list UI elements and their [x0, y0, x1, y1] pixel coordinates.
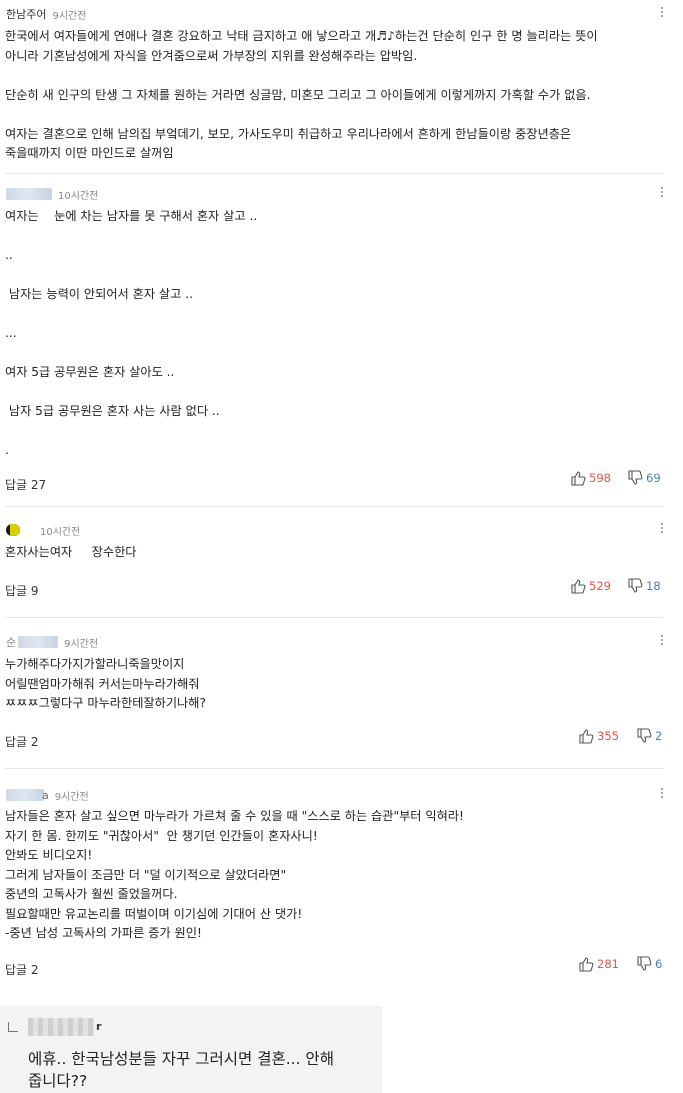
dislike-count: 69 [646, 471, 661, 485]
dislike-button[interactable]: 69 [627, 470, 661, 486]
dislike-count: 18 [646, 579, 661, 593]
thumbs-down-icon [628, 578, 643, 593]
thumbs-up-icon [579, 729, 594, 744]
thumbs-up-icon [571, 471, 586, 486]
more-options-icon[interactable] [661, 635, 665, 645]
divider [5, 506, 663, 507]
like-count: 598 [589, 471, 611, 485]
like-button[interactable]: 355 [578, 728, 619, 744]
thumbs-up-icon [579, 957, 594, 972]
dislike-button[interactable]: 6 [636, 956, 662, 972]
comment-header: 한남주어 9시간전 [6, 6, 86, 22]
reply-author-blurred[interactable] [28, 1018, 94, 1036]
more-options-icon[interactable] [661, 187, 665, 197]
comment-author-blurred[interactable] [6, 789, 44, 801]
thumbs-down-icon [628, 470, 643, 485]
like-count: 281 [597, 957, 619, 971]
comment-header: 10시간전 [6, 186, 98, 202]
comment-time: 9시간전 [54, 791, 89, 803]
divider [5, 173, 663, 174]
thumbs-up-icon [571, 579, 586, 594]
comment-time: 9시간전 [64, 638, 99, 650]
comment-time: 10시간전 [58, 190, 99, 202]
comment-header: a 9시간전 [6, 787, 89, 803]
thumbs-down-icon [637, 956, 652, 971]
avatar[interactable] [6, 524, 20, 536]
like-button[interactable]: 529 [570, 578, 611, 594]
like-count: 529 [589, 579, 611, 593]
dislike-count: 6 [655, 957, 663, 971]
comment-body: 한국에서 여자들에게 연애나 결혼 강요하고 낙태 금지하고 애 낳으라고 개♬… [5, 29, 598, 160]
more-options-icon[interactable] [661, 523, 665, 533]
thumbs-down-icon [637, 728, 652, 743]
comment-body: 여자는 눈에 차는 남자를 못 구해서 혼자 살고 .. .. 남자는 능력이 … [5, 209, 258, 457]
reply-count-link[interactable]: 답글 9 [5, 582, 39, 599]
more-options-icon[interactable] [661, 7, 665, 17]
author-spacer [24, 524, 34, 536]
reply-count-link[interactable]: 답글 27 [5, 476, 46, 493]
divider [5, 617, 663, 618]
dislike-count: 2 [655, 729, 663, 743]
comment-time: 10시간전 [40, 526, 81, 538]
like-count: 355 [597, 729, 619, 743]
divider [5, 768, 663, 769]
reply-author[interactable]: r [96, 1020, 101, 1033]
more-options-icon[interactable] [661, 788, 665, 798]
comment-body: 남자들은 혼자 살고 싶으면 마누라가 가르쳐 줄 수 있을 때 "스스로 하는… [5, 809, 464, 940]
dislike-button[interactable]: 18 [627, 578, 661, 594]
comment-body: 누가해주다가지가할라니죽을맛이지 어릴땐엄마가해줘 커서는마누라가해줘 ㅉㅉㅉ그… [5, 657, 206, 710]
comment-header: 순 9시간전 [6, 634, 98, 650]
comment-time: 9시간전 [52, 10, 87, 22]
like-button[interactable]: 598 [570, 470, 611, 486]
reply-count-link[interactable]: 답글 2 [5, 733, 39, 750]
comment-author-blurred[interactable] [6, 188, 52, 200]
reply-arrow-icon [8, 1022, 18, 1032]
comment-header: 10시간전 [6, 522, 80, 538]
like-button[interactable]: 281 [578, 956, 619, 972]
comment-author[interactable]: 순 [6, 634, 16, 650]
comment-author[interactable]: a [42, 789, 49, 802]
reply-count-link[interactable]: 답글 2 [5, 961, 39, 978]
reply-body: 에휴.. 한국남성분들 자꾸 그러시면 결혼... 안해 줍니다?? [28, 1050, 334, 1090]
dislike-button[interactable]: 2 [636, 728, 662, 744]
comment-author-blurred[interactable] [18, 636, 59, 648]
comment-body: 혼자사는여자 장수한다 [5, 545, 137, 559]
reply-preview: r 에휴.. 한국남성분들 자꾸 그러시면 결혼... 안해 줍니다?? [0, 1006, 382, 1093]
comment-author[interactable]: 한남주어 [6, 6, 46, 22]
